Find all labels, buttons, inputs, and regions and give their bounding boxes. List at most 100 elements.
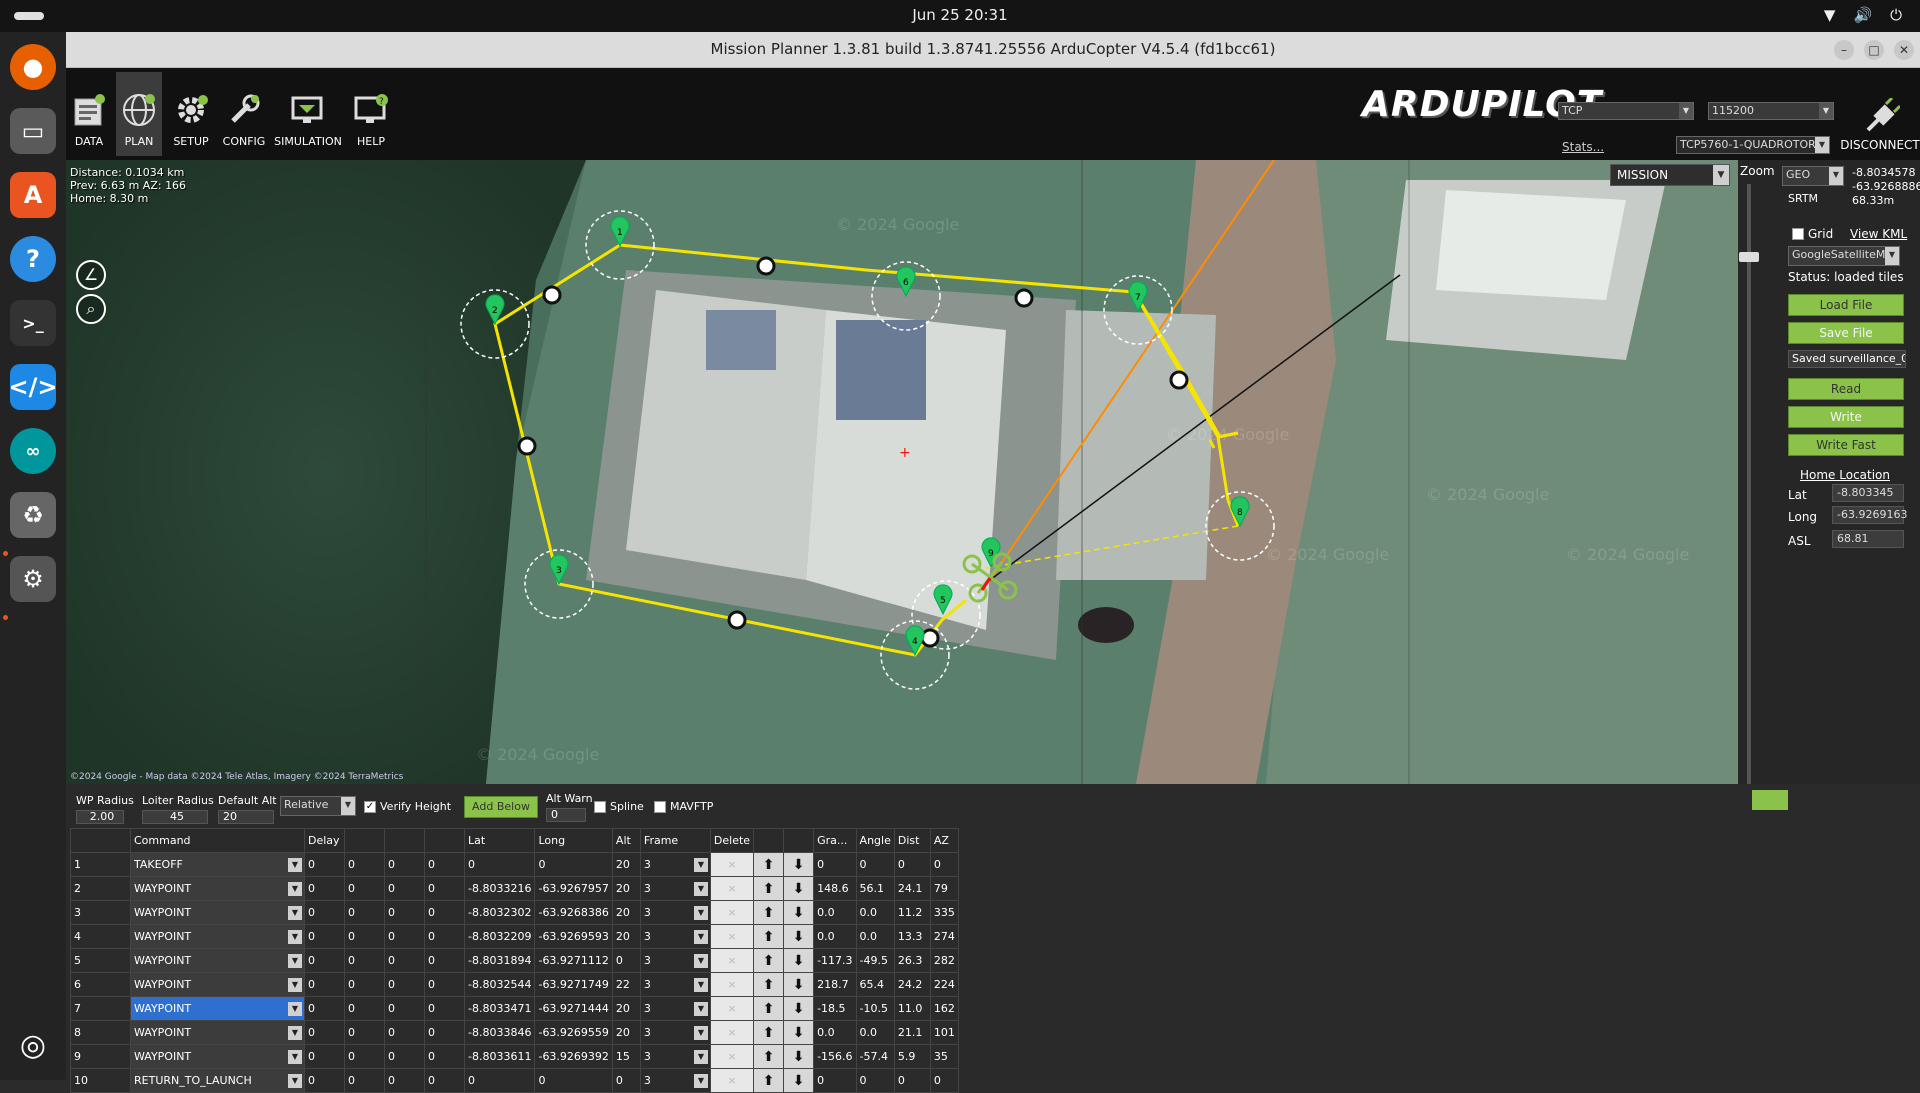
delete-cell[interactable]: ×: [709, 1044, 755, 1069]
clock[interactable]: Jun 25 20:31: [0, 6, 1920, 24]
angle-cell[interactable]: -10.5: [855, 996, 895, 1021]
chevron-down-icon[interactable]: ▼: [693, 930, 708, 944]
param2-cell[interactable]: 0: [344, 1068, 385, 1093]
table-row[interactable]: 3 WAYPOINT ▼ 0 0 0 0 -8.8032302 -63.9268386 20 3 ▼ ×…: [70, 900, 959, 925]
system-tray[interactable]: ▼ 🔊 ⏻: [1824, 6, 1902, 24]
param2-cell[interactable]: 0: [344, 948, 385, 973]
alt-cell[interactable]: 20: [611, 1020, 641, 1045]
gradient-cell[interactable]: 0.0: [813, 1020, 857, 1045]
zoom-slider-thumb[interactable]: [1739, 252, 1759, 262]
chevron-down-icon[interactable]: ▼: [693, 858, 708, 872]
add-below-button[interactable]: Add Below: [464, 796, 538, 818]
command-cell[interactable]: WAYPOINT ▼: [130, 876, 305, 901]
alt-cell[interactable]: 0: [611, 948, 641, 973]
az-cell[interactable]: 162: [929, 996, 959, 1021]
move-down-cell[interactable]: ⬇: [783, 1068, 815, 1093]
dist-cell[interactable]: 0: [893, 852, 931, 877]
write-fast-button[interactable]: Write Fast: [1788, 434, 1904, 456]
delete-cell[interactable]: ×: [709, 876, 755, 901]
stats-link[interactable]: Stats...: [1562, 140, 1604, 154]
angle-cell[interactable]: -57.4: [855, 1044, 895, 1069]
home-asl-input[interactable]: 68.81: [1832, 530, 1904, 548]
alt-frame-select[interactable]: Relative ▼: [280, 796, 356, 816]
table-row[interactable]: 8 WAYPOINT ▼ 0 0 0 0 -8.8033846 -63.9269559 20 3 ▼ ×…: [70, 1020, 959, 1045]
delete-cell[interactable]: ×: [709, 996, 755, 1021]
long-cell[interactable]: -63.9269559: [534, 1020, 613, 1045]
move-down-cell[interactable]: ⬇: [783, 876, 815, 901]
row-number-cell[interactable]: 7: [70, 996, 131, 1021]
param4-cell[interactable]: 0: [424, 876, 465, 901]
az-cell[interactable]: 335: [929, 900, 959, 925]
param3-cell[interactable]: 0: [384, 1044, 425, 1069]
param1-cell[interactable]: 0: [304, 876, 345, 901]
lat-cell[interactable]: 0: [463, 1068, 536, 1093]
param1-cell[interactable]: 0: [304, 924, 345, 949]
move-down-cell[interactable]: ⬇: [783, 972, 815, 997]
table-row[interactable]: 5 WAYPOINT ▼ 0 0 0 0 -8.8031894 -63.9271112 0 3 ▼ × ⬆…: [70, 948, 959, 973]
param4-cell[interactable]: 0: [424, 852, 465, 877]
alt-cell[interactable]: 0: [611, 1068, 641, 1093]
home-lat-input[interactable]: -8.803345: [1832, 484, 1904, 502]
delete-cell[interactable]: ×: [709, 924, 755, 949]
dist-cell[interactable]: 13.3: [893, 924, 931, 949]
param1-cell[interactable]: 0: [304, 1068, 345, 1093]
az-cell[interactable]: 224: [929, 972, 959, 997]
simulation-tab-button[interactable]: SIMULATION: [272, 72, 344, 156]
move-up-cell[interactable]: ⬆: [753, 852, 785, 877]
row-number-cell[interactable]: 8: [70, 1020, 131, 1045]
move-up-cell[interactable]: ⬆: [753, 1068, 785, 1093]
param3-cell[interactable]: 0: [384, 1020, 425, 1045]
param3-cell[interactable]: 0: [384, 996, 425, 1021]
long-cell[interactable]: 0: [534, 852, 613, 877]
frame-cell[interactable]: 3 ▼: [639, 972, 711, 997]
command-cell[interactable]: WAYPOINT ▼: [130, 996, 305, 1021]
param4-cell[interactable]: 0: [424, 1020, 465, 1045]
mavftp-checkbox[interactable]: [654, 801, 666, 813]
command-cell[interactable]: TAKEOFF ▼: [130, 852, 305, 877]
alt-cell[interactable]: 22: [611, 972, 641, 997]
verify-height-checkbox[interactable]: ✓: [364, 801, 376, 813]
chevron-down-icon[interactable]: ▼: [288, 1074, 302, 1088]
move-up-cell[interactable]: ⬆: [753, 972, 785, 997]
frame-cell[interactable]: 3 ▼: [639, 876, 711, 901]
lat-cell[interactable]: -8.8032209: [463, 924, 536, 949]
wp-radius-input[interactable]: 2.00: [76, 810, 124, 824]
command-cell[interactable]: WAYPOINT ▼: [130, 1044, 305, 1069]
help-tab-button[interactable]: ? HELP: [346, 72, 396, 156]
delete-cell[interactable]: ×: [709, 852, 755, 877]
wifi-icon[interactable]: ▼: [1824, 6, 1836, 24]
param2-cell[interactable]: 0: [344, 924, 385, 949]
long-cell[interactable]: -63.9271444: [534, 996, 613, 1021]
home-location-link[interactable]: Home Location: [1800, 468, 1890, 482]
row-number-cell[interactable]: 10: [70, 1068, 131, 1093]
lat-cell[interactable]: 0: [463, 852, 536, 877]
param4-cell[interactable]: 0: [424, 1044, 465, 1069]
param1-cell[interactable]: 0: [304, 1044, 345, 1069]
chevron-down-icon[interactable]: ▼: [288, 930, 302, 944]
move-up-cell[interactable]: ⬆: [753, 948, 785, 973]
angle-cell[interactable]: 0.0: [855, 924, 895, 949]
frame-cell[interactable]: 3 ▼: [639, 852, 711, 877]
param3-cell[interactable]: 0: [384, 1068, 425, 1093]
param2-cell[interactable]: 0: [344, 1044, 385, 1069]
alt-cell[interactable]: 20: [611, 852, 641, 877]
row-number-cell[interactable]: 3: [70, 900, 131, 925]
long-cell[interactable]: -63.9267957: [534, 876, 613, 901]
app-center-icon[interactable]: A: [10, 172, 56, 218]
table-row[interactable]: 6 WAYPOINT ▼ 0 0 0 0 -8.8032544 -63.9271749 22 3 ▼ ×…: [70, 972, 959, 997]
alt-cell[interactable]: 20: [611, 924, 641, 949]
files-icon[interactable]: ▭: [10, 108, 56, 154]
param4-cell[interactable]: 0: [424, 948, 465, 973]
lat-cell[interactable]: -8.8031894: [463, 948, 536, 973]
lat-cell[interactable]: -8.8033846: [463, 1020, 536, 1045]
read-button[interactable]: Read: [1788, 378, 1904, 400]
config-tab-button[interactable]: CONFIG: [218, 72, 270, 156]
disconnect-button[interactable]: DISCONNECT: [1840, 76, 1920, 156]
close-button[interactable]: ✕: [1894, 40, 1914, 60]
move-down-cell[interactable]: ⬇: [783, 900, 815, 925]
chevron-down-icon[interactable]: ▼: [693, 954, 708, 968]
param4-cell[interactable]: 0: [424, 900, 465, 925]
angle-cell[interactable]: 0: [855, 852, 895, 877]
connection-type-select[interactable]: TCP ▼: [1558, 102, 1694, 120]
dist-cell[interactable]: 5.9: [893, 1044, 931, 1069]
